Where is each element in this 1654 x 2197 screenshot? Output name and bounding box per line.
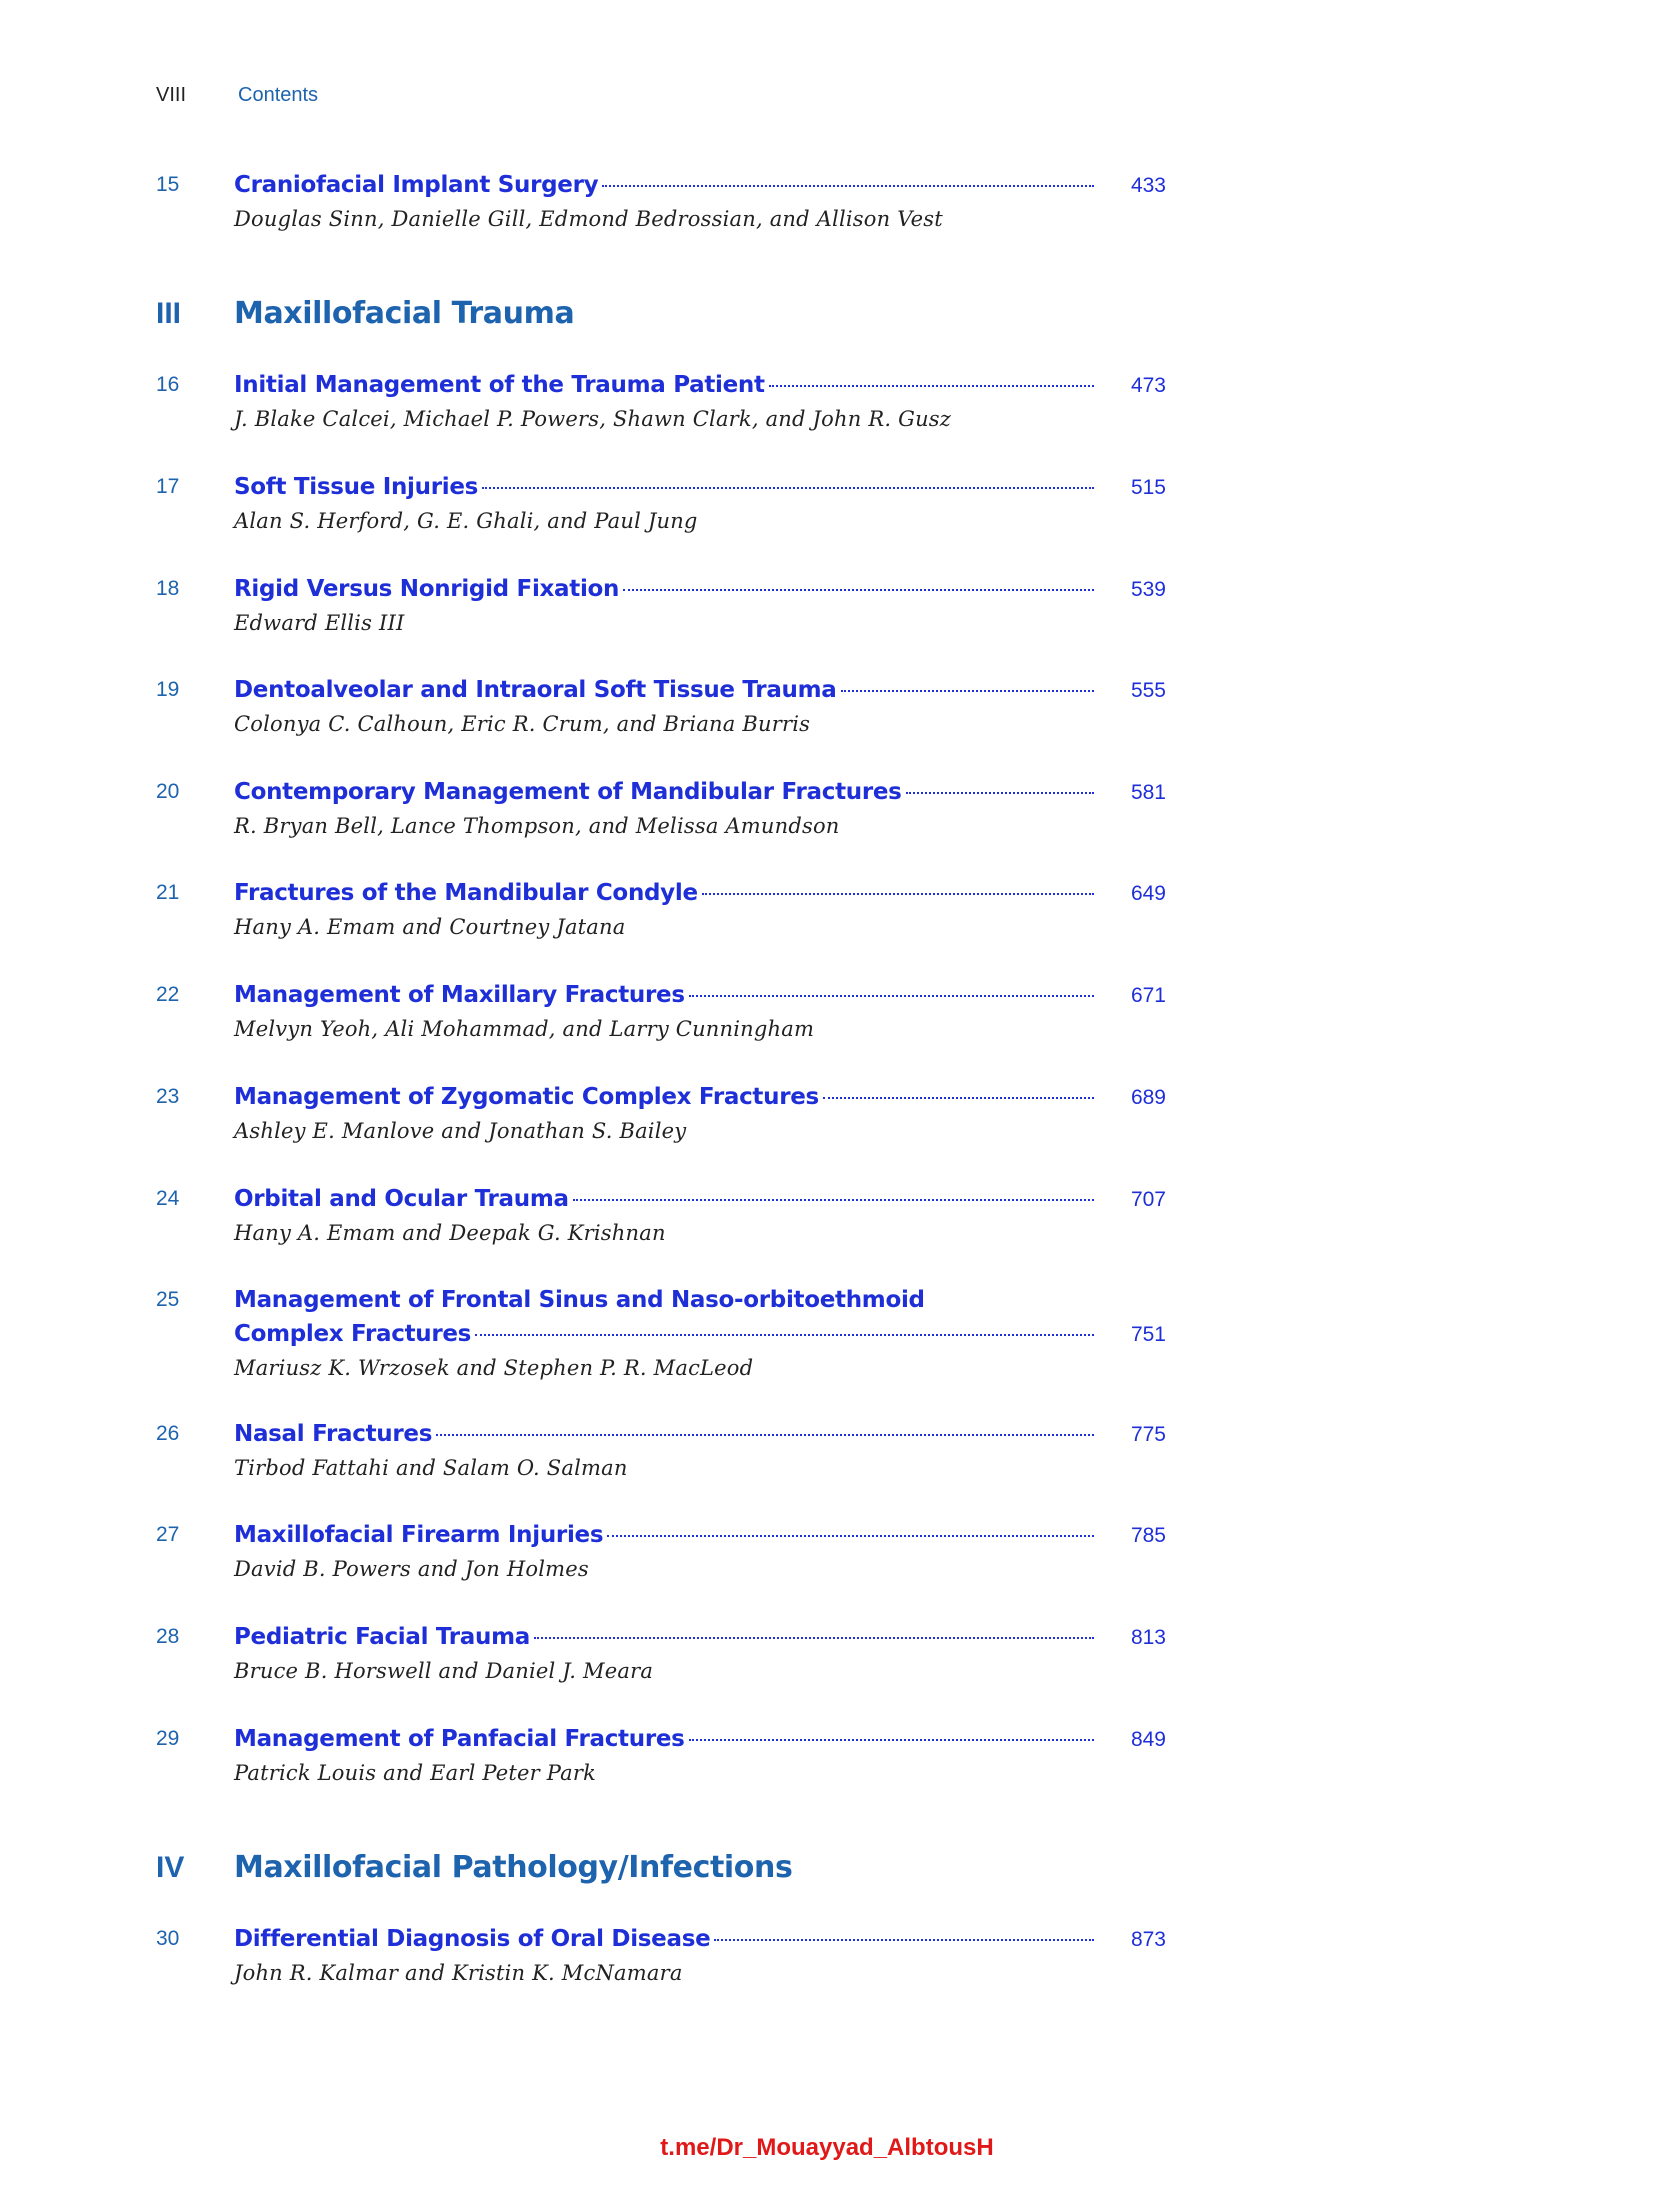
chapter-number: 21 xyxy=(156,881,180,904)
chapter-number: 22 xyxy=(156,983,180,1006)
chapter-title-link[interactable]: Soft Tissue Injuries xyxy=(234,470,478,504)
chapter-page-link[interactable]: 539 xyxy=(1100,573,1166,607)
chapter-authors: R. Bryan Bell, Lance Thompson, and Melis… xyxy=(234,814,840,838)
chapter-number: 16 xyxy=(156,373,180,396)
chapter-authors: Ashley E. Manlove and Jonathan S. Bailey xyxy=(234,1119,687,1143)
chapter-page-link[interactable]: 873 xyxy=(1100,1923,1166,1957)
chapter-title-link[interactable]: Pediatric Facial Trauma xyxy=(234,1620,530,1654)
chapter-title-link[interactable]: Management of Maxillary Fractures xyxy=(234,978,685,1012)
dot-leader xyxy=(602,185,1094,187)
chapter-authors: Alan S. Herford, G. E. Ghali, and Paul J… xyxy=(234,509,698,533)
chapter-title-link[interactable]: Fractures of the Mandibular Condyle xyxy=(234,876,698,910)
chapter-title-link[interactable]: Management of Frontal Sinus and Naso-orb… xyxy=(234,1283,1166,1317)
chapter-authors: Patrick Louis and Earl Peter Park xyxy=(234,1761,597,1785)
chapter-page-link[interactable]: 473 xyxy=(1100,369,1166,403)
dot-leader xyxy=(475,1334,1094,1336)
dot-leader xyxy=(822,1097,1094,1099)
chapter-number: 17 xyxy=(156,475,180,498)
chapter-page-link[interactable]: 689 xyxy=(1100,1081,1166,1115)
dot-leader xyxy=(688,1739,1094,1741)
dot-leader xyxy=(572,1199,1094,1201)
chapter-number: 30 xyxy=(156,1927,180,1950)
chapter-title-link[interactable]: Initial Management of the Trauma Patient xyxy=(234,368,765,402)
dot-leader xyxy=(482,487,1094,489)
watermark-text: t.me/Dr_Mouayyad_AlbtousH xyxy=(660,2134,994,2161)
dot-leader xyxy=(714,1939,1094,1941)
chapter-number: 18 xyxy=(156,577,180,600)
dot-leader xyxy=(768,385,1094,387)
chapter-title-link[interactable]: Orbital and Ocular Trauma xyxy=(234,1182,569,1216)
chapter-title-link[interactable]: Management of Zygomatic Complex Fracture… xyxy=(234,1080,819,1114)
chapter-page-link[interactable]: 649 xyxy=(1100,877,1166,911)
dot-leader xyxy=(623,589,1094,591)
chapter-title-link[interactable]: Dentoalveolar and Intraoral Soft Tissue … xyxy=(234,673,837,707)
chapter-page-link[interactable]: 813 xyxy=(1100,1621,1166,1655)
chapter-page-link[interactable]: 849 xyxy=(1100,1723,1166,1757)
chapter-page-link[interactable]: 433 xyxy=(1100,169,1166,203)
dot-leader xyxy=(701,893,1094,895)
chapter-authors: Douglas Sinn, Danielle Gill, Edmond Bedr… xyxy=(234,207,943,231)
chapter-page-link[interactable]: 785 xyxy=(1100,1519,1166,1553)
chapter-authors: David B. Powers and Jon Holmes xyxy=(234,1557,589,1581)
chapter-page-link[interactable]: 671 xyxy=(1100,979,1166,1013)
dot-leader xyxy=(905,792,1094,794)
part-number: III xyxy=(156,297,182,330)
chapter-page-link[interactable]: 775 xyxy=(1100,1418,1166,1452)
chapter-number: 29 xyxy=(156,1727,180,1750)
chapter-title-link[interactable]: Management of Panfacial Fractures xyxy=(234,1722,685,1756)
chapter-authors: John R. Kalmar and Kristin K. McNamara xyxy=(234,1961,683,1985)
part-title: Maxillofacial Trauma xyxy=(234,296,575,331)
dot-leader xyxy=(534,1637,1094,1639)
chapter-title-link[interactable]: Rigid Versus Nonrigid Fixation xyxy=(234,572,619,606)
part-heading: IV Maxillofacial Pathology/Infections xyxy=(156,1848,1166,1888)
dot-leader xyxy=(688,995,1094,997)
chapter-page-link[interactable]: 581 xyxy=(1100,776,1166,810)
part-title: Maxillofacial Pathology/Infections xyxy=(234,1850,793,1885)
chapter-page-link[interactable]: 515 xyxy=(1100,471,1166,505)
chapter-title-link[interactable]: Contemporary Management of Mandibular Fr… xyxy=(234,775,902,809)
chapter-authors: Tirbod Fattahi and Salam O. Salman xyxy=(234,1456,628,1480)
chapter-number: 27 xyxy=(156,1523,180,1546)
chapter-authors: Bruce B. Horswell and Daniel J. Meara xyxy=(234,1659,654,1683)
chapter-title-link[interactable]: Complex Fractures xyxy=(234,1317,471,1351)
dot-leader xyxy=(607,1535,1094,1537)
chapter-number: 28 xyxy=(156,1625,180,1648)
table-of-contents: 15 Craniofacial Implant Surgery 433 Doug… xyxy=(0,0,1654,2197)
chapter-authors: J. Blake Calcei, Michael P. Powers, Shaw… xyxy=(234,407,952,431)
chapter-number: 26 xyxy=(156,1422,180,1445)
dot-leader xyxy=(436,1434,1094,1436)
chapter-title-link[interactable]: Nasal Fractures xyxy=(234,1417,432,1451)
chapter-number: 19 xyxy=(156,678,180,701)
chapter-authors: Edward Ellis III xyxy=(234,611,405,635)
chapter-number: 20 xyxy=(156,780,180,803)
chapter-authors: Hany A. Emam and Deepak G. Krishnan xyxy=(234,1221,666,1245)
part-number: IV xyxy=(156,1851,185,1884)
part-heading: III Maxillofacial Trauma xyxy=(156,294,1166,334)
chapter-number: 25 xyxy=(156,1288,180,1311)
chapter-title-link[interactable]: Craniofacial Implant Surgery xyxy=(234,168,599,202)
chapter-authors: Hany A. Emam and Courtney Jatana xyxy=(234,915,626,939)
chapter-authors: Mariusz K. Wrzosek and Stephen P. R. Mac… xyxy=(234,1356,754,1380)
chapter-page-link[interactable]: 751 xyxy=(1100,1318,1166,1352)
chapter-page-link[interactable]: 707 xyxy=(1100,1183,1166,1217)
chapter-page-link[interactable]: 555 xyxy=(1100,674,1166,708)
chapter-authors: Colonya C. Calhoun, Eric R. Crum, and Br… xyxy=(234,712,811,736)
chapter-authors: Melvyn Yeoh, Ali Mohammad, and Larry Cun… xyxy=(234,1017,815,1041)
chapter-number: 24 xyxy=(156,1187,180,1210)
chapter-title-link[interactable]: Maxillofacial Firearm Injuries xyxy=(234,1518,604,1552)
chapter-number: 15 xyxy=(156,173,180,196)
chapter-number: 23 xyxy=(156,1085,180,1108)
chapter-title-link[interactable]: Differential Diagnosis of Oral Disease xyxy=(234,1922,711,1956)
dot-leader xyxy=(840,690,1094,692)
